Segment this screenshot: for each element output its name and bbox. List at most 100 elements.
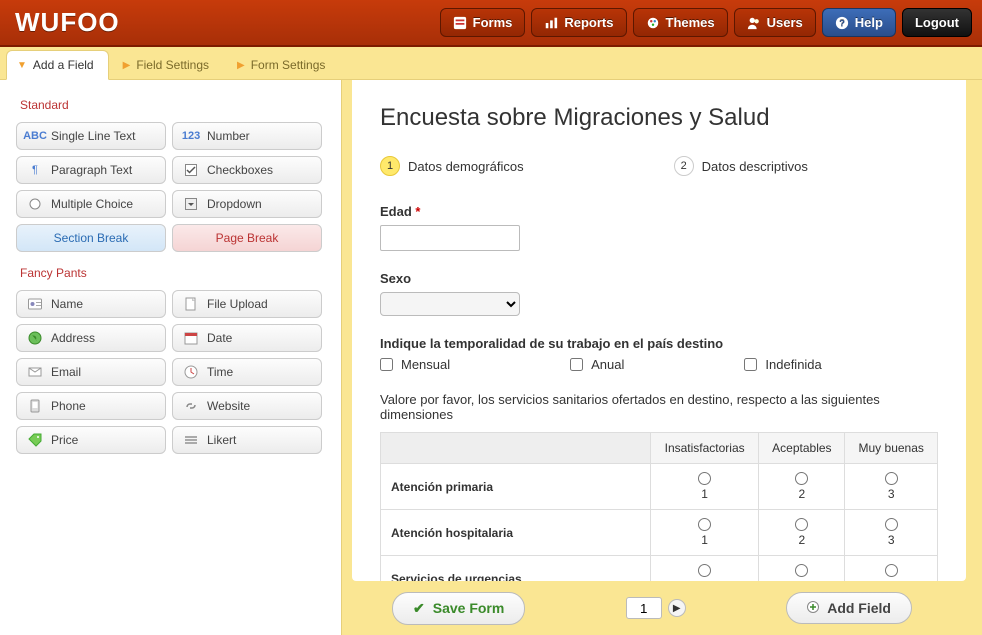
likert-row-3-label: Servicios de urgencias xyxy=(381,556,651,582)
check-mensual[interactable]: Mensual xyxy=(380,357,450,372)
add-field-label: Add Field xyxy=(827,600,891,616)
check-indefinida-box[interactable] xyxy=(744,358,757,371)
field-section-break[interactable]: Section Break xyxy=(16,224,166,252)
question-edad: Edad * xyxy=(380,204,938,251)
step-2[interactable]: 2 Datos descriptivos xyxy=(674,156,808,176)
likert-col-1: Insatisfactorias xyxy=(651,433,759,464)
save-label: Save Form xyxy=(433,600,505,616)
file-icon xyxy=(183,296,199,312)
check-anual-box[interactable] xyxy=(570,358,583,371)
plus-icon xyxy=(807,600,819,616)
text-icon: ABC xyxy=(27,128,43,144)
likert-val: 2 xyxy=(799,487,806,501)
field-likert[interactable]: Likert xyxy=(172,426,322,454)
calendar-icon xyxy=(183,330,199,346)
nav-help-label: Help xyxy=(855,15,883,30)
nav-help[interactable]: ? Help xyxy=(822,8,896,37)
nav-logout[interactable]: Logout xyxy=(902,8,972,37)
likert-r3-3[interactable] xyxy=(885,564,898,577)
tab-field-settings[interactable]: ▶ Field Settings xyxy=(113,51,223,79)
field-website[interactable]: Website xyxy=(172,392,322,420)
link-icon xyxy=(183,398,199,414)
field-address[interactable]: Address xyxy=(16,324,166,352)
number-icon: 123 xyxy=(183,128,199,144)
field-label: Price xyxy=(51,433,78,447)
builder-tabs: ▼ Add a Field ▶ Field Settings ▶ Form Se… xyxy=(0,47,982,80)
likert-r3-1[interactable] xyxy=(698,564,711,577)
page-next-button[interactable]: ▶ xyxy=(668,599,686,617)
check-anual-label: Anual xyxy=(591,357,624,372)
field-label: Checkboxes xyxy=(207,163,273,177)
likert-row-3: Servicios de urgencias 1 2 3 xyxy=(381,556,938,582)
check-anual[interactable]: Anual xyxy=(570,357,624,372)
email-icon xyxy=(27,364,43,380)
check-mensual-label: Mensual xyxy=(401,357,450,372)
likert-r2-2[interactable] xyxy=(795,518,808,531)
phone-icon xyxy=(27,398,43,414)
field-file-upload[interactable]: File Upload xyxy=(172,290,322,318)
topbar: WUFOO Forms Reports Themes Users xyxy=(0,0,982,47)
likert-r1-2[interactable] xyxy=(795,472,808,485)
field-email[interactable]: Email xyxy=(16,358,166,386)
page-input[interactable] xyxy=(626,597,662,619)
field-label: Name xyxy=(51,297,83,311)
field-label: Section Break xyxy=(54,231,129,245)
nav-users[interactable]: Users xyxy=(734,8,816,37)
likert-r3-2[interactable] xyxy=(795,564,808,577)
field-paragraph-text[interactable]: ¶ Paragraph Text xyxy=(16,156,166,184)
question-sexo: Sexo xyxy=(380,271,938,316)
field-label: Email xyxy=(51,365,81,379)
field-name[interactable]: Name xyxy=(16,290,166,318)
edad-input[interactable] xyxy=(380,225,520,251)
field-date[interactable]: Date xyxy=(172,324,322,352)
save-form-button[interactable]: ✔ Save Form xyxy=(392,592,525,625)
nav-themes[interactable]: Themes xyxy=(633,8,728,37)
pager: ▶ xyxy=(626,597,686,619)
form-title: Encuesta sobre Migraciones y Salud xyxy=(380,104,938,132)
likert-r2-1[interactable] xyxy=(698,518,711,531)
nav-logout-label: Logout xyxy=(915,15,959,30)
field-multiple-choice[interactable]: Multiple Choice xyxy=(16,190,166,218)
likert-val: 2 xyxy=(799,533,806,547)
tab-field-settings-label: Field Settings xyxy=(136,58,209,72)
sexo-select[interactable] xyxy=(380,292,520,316)
users-icon xyxy=(747,16,761,30)
forms-icon xyxy=(453,16,467,30)
field-label: Likert xyxy=(207,433,236,447)
field-phone[interactable]: Phone xyxy=(16,392,166,420)
top-nav: Forms Reports Themes Users ? Help xyxy=(440,8,972,37)
main: Standard ABC Single Line Text 123 Number… xyxy=(0,80,982,635)
likert-r1-3[interactable] xyxy=(885,472,898,485)
q-edad-label: Edad xyxy=(380,204,412,219)
field-number[interactable]: 123 Number xyxy=(172,122,322,150)
likert-r2-3[interactable] xyxy=(885,518,898,531)
nav-reports[interactable]: Reports xyxy=(531,8,626,37)
check-mensual-box[interactable] xyxy=(380,358,393,371)
bottom-bar: ✔ Save Form ▶ Add Field xyxy=(342,581,982,635)
field-dropdown[interactable]: Dropdown xyxy=(172,190,322,218)
field-single-line-text[interactable]: ABC Single Line Text xyxy=(16,122,166,150)
step-1[interactable]: 1 Datos demográficos xyxy=(380,156,524,176)
page-steps: 1 Datos demográficos 2 Datos descriptivo… xyxy=(380,156,938,176)
add-field-button[interactable]: Add Field xyxy=(786,592,912,624)
likert-r1-1[interactable] xyxy=(698,472,711,485)
tab-form-settings[interactable]: ▶ Form Settings xyxy=(227,51,339,79)
field-price[interactable]: Price xyxy=(16,426,166,454)
nav-forms-label: Forms xyxy=(473,15,513,30)
field-page-break[interactable]: Page Break xyxy=(172,224,322,252)
field-time[interactable]: Time xyxy=(172,358,322,386)
chevron-right-icon: ▶ xyxy=(123,60,131,71)
form-canvas: Encuesta sobre Migraciones y Salud 1 Dat… xyxy=(352,80,966,581)
tab-add-field-label: Add a Field xyxy=(33,58,94,72)
field-label: Date xyxy=(207,331,232,345)
tab-form-settings-label: Form Settings xyxy=(251,58,326,72)
likert-col-blank xyxy=(381,433,651,464)
field-label: Website xyxy=(207,399,250,413)
field-checkboxes[interactable]: Checkboxes xyxy=(172,156,322,184)
tab-add-field[interactable]: ▼ Add a Field xyxy=(6,50,109,80)
check-indefinida[interactable]: Indefinida xyxy=(744,357,821,372)
field-label: Phone xyxy=(51,399,86,413)
step-1-number: 1 xyxy=(380,156,400,176)
reports-icon xyxy=(544,16,558,30)
nav-forms[interactable]: Forms xyxy=(440,8,526,37)
